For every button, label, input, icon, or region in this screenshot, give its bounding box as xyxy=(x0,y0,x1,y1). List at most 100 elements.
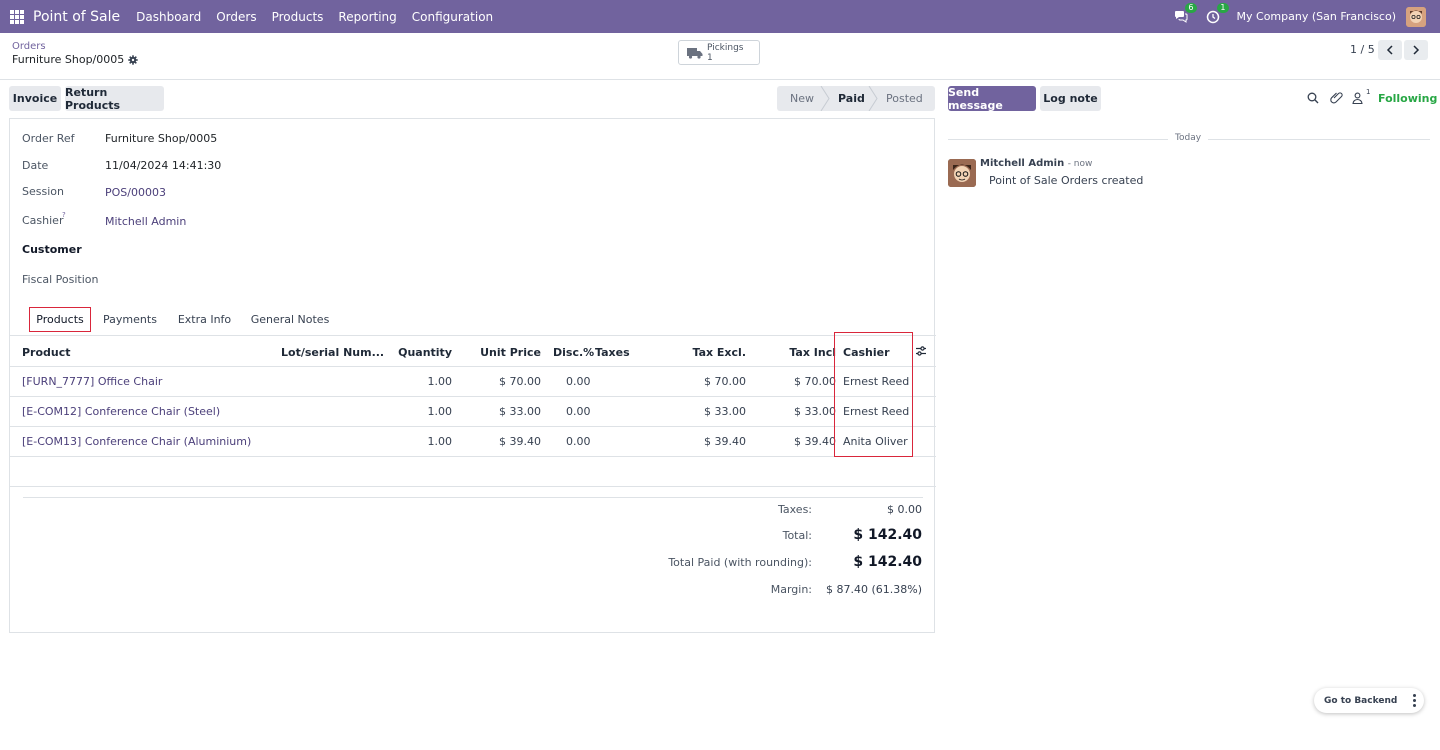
pickings-smart-button[interactable]: Pickings 1 xyxy=(678,40,760,65)
col-unit-price[interactable]: Unit Price xyxy=(470,346,541,359)
pager-previous-button[interactable] xyxy=(1378,40,1402,60)
col-lot[interactable]: Lot/serial Num... xyxy=(281,346,384,359)
tax-incl-cell: $ 39.40 xyxy=(794,435,836,448)
apps-grid-icon[interactable] xyxy=(10,9,24,24)
activity-clock-icon[interactable]: 1 xyxy=(1205,2,1229,25)
paperclip-icon[interactable] xyxy=(1330,91,1343,104)
record-name: Furniture Shop/0005 xyxy=(12,53,125,66)
today-label: Today xyxy=(1168,133,1209,143)
total-paid-label: Total Paid (with rounding): xyxy=(668,556,812,569)
truck-icon xyxy=(687,47,703,59)
totals-divider xyxy=(23,497,923,498)
search-icon[interactable] xyxy=(1307,92,1319,104)
margin-value: $ 87.40 (61.38%) xyxy=(825,583,922,596)
message-body: Point of Sale Orders created xyxy=(989,174,1144,187)
col-taxes[interactable]: Taxes xyxy=(595,346,630,359)
tax-excl-cell: $ 39.40 xyxy=(704,435,746,448)
tab-products[interactable]: Products xyxy=(29,307,91,332)
tax-excl-cell: $ 33.00 xyxy=(704,405,746,418)
send-message-button[interactable]: Send message xyxy=(948,86,1036,112)
menu-reporting[interactable]: Reporting xyxy=(338,10,396,24)
fiscal-position-label: Fiscal Position xyxy=(22,273,99,286)
optional-columns-icon[interactable] xyxy=(915,345,927,357)
col-tax-incl[interactable]: Tax Incl xyxy=(770,346,836,359)
message-time: - now xyxy=(1067,159,1093,169)
total-label: Total: xyxy=(782,529,812,542)
cashier-help-icon[interactable]: ? xyxy=(62,211,66,219)
pickings-count: 1 xyxy=(707,52,713,63)
tax-excl-cell: $ 70.00 xyxy=(704,375,746,388)
tax-incl-cell: $ 33.00 xyxy=(794,405,836,418)
cashier-label: Cashier xyxy=(22,214,64,227)
followers-icon[interactable] xyxy=(1352,92,1363,104)
menu-orders[interactable]: Orders xyxy=(216,10,256,24)
chevron-left-icon xyxy=(1386,45,1393,55)
messages-badge: 6 xyxy=(1185,2,1197,13)
followers-count: 1 xyxy=(1366,88,1371,96)
breadcrumb-current: Furniture Shop/0005 xyxy=(12,53,138,66)
discount-cell: 0.00 xyxy=(566,375,591,388)
product-cell[interactable]: [E-COM12] Conference Chair (Steel) xyxy=(22,405,220,418)
return-products-button[interactable]: Return Products xyxy=(65,86,164,112)
go-to-backend-label: Go to Backend xyxy=(1324,695,1398,706)
col-discount[interactable]: Disc.% xyxy=(553,346,594,359)
product-cell[interactable]: [E-COM13] Conference Chair (Aluminium) xyxy=(22,435,251,448)
messages-icon[interactable]: 6 xyxy=(1173,2,1197,25)
stage-posted[interactable]: Posted xyxy=(886,86,932,111)
quantity-cell: 1.00 xyxy=(427,405,453,418)
order-lines-header: Product Lot/serial Num... Quantity Unit … xyxy=(10,337,936,367)
customer-label: Customer xyxy=(22,243,82,256)
app-name[interactable]: Point of Sale xyxy=(33,9,120,25)
session-label: Session xyxy=(22,185,64,198)
company-switcher[interactable]: My Company (San Francisco) xyxy=(1237,10,1396,23)
session-link[interactable]: POS/00003 xyxy=(105,186,166,199)
table-row[interactable]: [E-COM13] Conference Chair (Aluminium) 1… xyxy=(10,427,936,457)
control-panel: Orders Furniture Shop/0005 Pickings 1 1 … xyxy=(0,33,1440,80)
stage-new[interactable]: New xyxy=(790,86,826,111)
gear-icon[interactable] xyxy=(128,54,138,65)
col-quantity[interactable]: Quantity xyxy=(380,346,452,359)
total-value: $ 142.40 xyxy=(853,527,922,543)
quantity-cell: 1.00 xyxy=(427,375,453,388)
unit-price-cell: $ 70.00 xyxy=(499,375,541,388)
kebab-menu-icon[interactable] xyxy=(1413,694,1416,709)
tab-general-notes[interactable]: General Notes xyxy=(248,307,332,332)
date-value[interactable]: 11/04/2024 14:41:30 xyxy=(105,159,221,172)
user-avatar[interactable] xyxy=(1406,6,1426,27)
cashier-column-highlight xyxy=(834,332,913,457)
col-product[interactable]: Product xyxy=(22,346,71,359)
log-note-button[interactable]: Log note xyxy=(1040,86,1101,111)
stage-paid[interactable]: Paid xyxy=(838,86,868,111)
unit-price-cell: $ 33.00 xyxy=(499,405,541,418)
breadcrumb-orders[interactable]: Orders xyxy=(12,41,46,52)
author-name[interactable]: Mitchell Admin xyxy=(980,158,1064,169)
tabs-divider xyxy=(10,335,936,336)
table-row[interactable]: [E-COM12] Conference Chair (Steel) 1.00 … xyxy=(10,397,936,427)
date-label: Date xyxy=(22,159,49,172)
margin-label: Margin: xyxy=(770,583,812,596)
unit-price-cell: $ 39.40 xyxy=(499,435,541,448)
taxes-label: Taxes: xyxy=(777,503,812,516)
tab-extra-info[interactable]: Extra Info xyxy=(172,307,237,332)
tax-incl-cell: $ 70.00 xyxy=(794,375,836,388)
table-row[interactable]: [FURN_7777] Office Chair 1.00 $ 70.00 0.… xyxy=(10,367,936,397)
chevron-right-icon xyxy=(1413,45,1420,55)
pager-next-button[interactable] xyxy=(1404,40,1428,60)
menu-dashboard[interactable]: Dashboard xyxy=(136,10,201,24)
product-cell[interactable]: [FURN_7777] Office Chair xyxy=(22,375,162,388)
menu-products[interactable]: Products xyxy=(272,10,324,24)
author-avatar[interactable] xyxy=(948,159,976,187)
discount-cell: 0.00 xyxy=(566,435,591,448)
go-to-backend-button[interactable]: Go to Backend xyxy=(1314,688,1424,713)
col-tax-excl[interactable]: Tax Excl. xyxy=(660,346,746,359)
pager-value[interactable]: 1 / 5 xyxy=(1350,43,1375,56)
menu-configuration[interactable]: Configuration xyxy=(412,10,493,24)
tab-payments[interactable]: Payments xyxy=(100,307,160,332)
quantity-cell: 1.00 xyxy=(427,435,453,448)
following-button[interactable]: Following xyxy=(1378,92,1437,105)
order-ref-label: Order Ref xyxy=(22,132,75,145)
order-ref-value[interactable]: Furniture Shop/0005 xyxy=(105,132,217,145)
cashier-link[interactable]: Mitchell Admin xyxy=(105,215,186,228)
invoice-button[interactable]: Invoice xyxy=(9,86,61,111)
form-sheet: Order Ref Furniture Shop/0005 Date 11/04… xyxy=(9,118,936,633)
